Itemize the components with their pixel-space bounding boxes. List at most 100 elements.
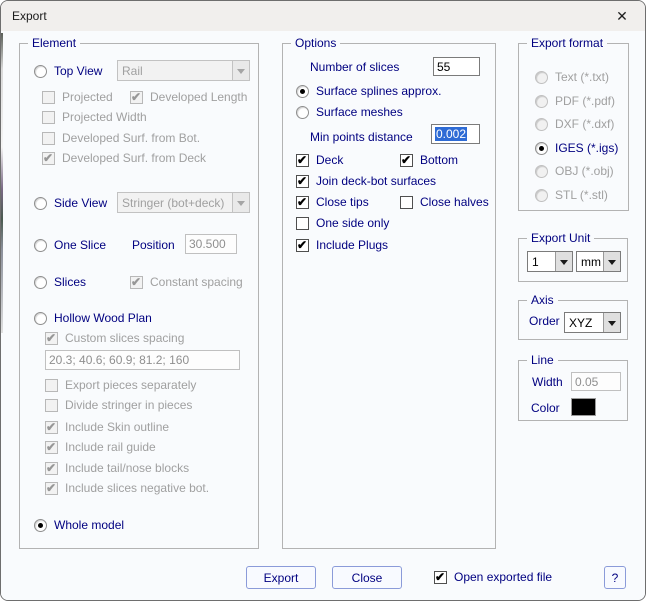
axis-order-label: Order xyxy=(529,314,560,328)
export-pieces-checkbox-row: Export pieces separately xyxy=(45,378,196,392)
projected-width-label: Projected Width xyxy=(62,110,147,124)
include-plugs-checkbox[interactable] xyxy=(296,239,309,252)
surface-meshes-radio-row: Surface meshes xyxy=(296,105,403,119)
hollow-wood-radio[interactable] xyxy=(34,312,47,325)
export-unit-group-title: Export Unit xyxy=(527,231,594,245)
number-of-slices-value: 55 xyxy=(437,60,450,74)
bottom-checkbox[interactable] xyxy=(400,154,413,167)
unit-scale-value: 1 xyxy=(528,255,555,269)
line-group-title: Line xyxy=(527,353,558,367)
top-view-radio[interactable] xyxy=(34,65,47,78)
position-value: 30.500 xyxy=(189,237,226,251)
side-view-dropdown: Stringer (bot+deck) xyxy=(117,192,250,213)
format-pdf-radio xyxy=(535,95,548,108)
export-pieces-label: Export pieces separately xyxy=(65,378,196,392)
close-halves-checkbox[interactable] xyxy=(400,196,413,209)
format-stl-label: STL (*.stl) xyxy=(555,188,608,202)
format-pdf-label: PDF (*.pdf) xyxy=(555,94,615,108)
unit-value: mm xyxy=(577,255,603,269)
hollow-wood-label: Hollow Wood Plan xyxy=(54,311,152,325)
line-width-input: 0.05 xyxy=(571,372,621,391)
format-obj-label: OBJ (*.obj) xyxy=(555,164,614,178)
line-color-swatch[interactable] xyxy=(571,398,596,416)
open-exported-checkbox-row: Open exported file xyxy=(434,570,552,584)
projected-checkbox-row: Projected xyxy=(42,90,113,104)
number-of-slices-input[interactable]: 55 xyxy=(433,57,480,76)
element-group: Element Top View Rail Projected Develope… xyxy=(19,43,259,549)
dialog-body: Element Top View Rail Projected Develope… xyxy=(1,31,645,600)
open-exported-label: Open exported file xyxy=(454,570,552,584)
format-txt-radio xyxy=(535,71,548,84)
whole-model-radio-row: Whole model xyxy=(34,518,124,532)
format-txt-label: Text (*.txt) xyxy=(555,70,609,84)
surface-splines-radio[interactable] xyxy=(296,85,309,98)
side-view-radio[interactable] xyxy=(34,197,47,210)
one-slice-label: One Slice xyxy=(54,238,106,252)
dropdown-arrow-icon[interactable] xyxy=(555,252,572,271)
help-button[interactable]: ? xyxy=(604,566,626,589)
surface-meshes-radio[interactable] xyxy=(296,106,309,119)
dev-surf-deck-checkbox xyxy=(42,152,55,165)
axis-group: Axis Order XYZ xyxy=(518,300,628,340)
custom-spacing-label: Custom slices spacing xyxy=(65,331,184,345)
divide-stringer-checkbox xyxy=(45,399,58,412)
export-button-label: Export xyxy=(264,571,299,585)
bottom-checkbox-row: Bottom xyxy=(400,153,458,167)
export-unit-group: Export Unit 1 mm xyxy=(518,238,628,282)
include-neg-label: Include slices negative bot. xyxy=(65,481,209,495)
top-view-dropdown-value: Rail xyxy=(118,64,232,78)
one-side-only-checkbox-row: One side only xyxy=(296,216,389,230)
whole-model-label: Whole model xyxy=(54,518,124,532)
include-skin-checkbox-row: Include Skin outline xyxy=(45,420,169,434)
side-view-dropdown-value: Stringer (bot+deck) xyxy=(118,196,232,210)
one-slice-radio[interactable] xyxy=(34,239,47,252)
developed-length-label: Developed Length xyxy=(150,90,247,104)
projected-label: Projected xyxy=(62,90,113,104)
include-rail-label: Include rail guide xyxy=(65,440,156,454)
axis-group-title: Axis xyxy=(527,293,558,307)
close-button-label: Close xyxy=(352,571,383,585)
format-iges-label: IGES (*.igs) xyxy=(555,141,618,155)
close-tips-checkbox[interactable] xyxy=(296,196,309,209)
slices-radio[interactable] xyxy=(34,276,47,289)
min-points-label: Min points distance xyxy=(310,130,413,144)
dev-surf-bot-label: Developed Surf. from Bot. xyxy=(62,131,200,145)
export-dialog: Export ✕ Element Top View Rail Projected… xyxy=(0,0,646,601)
open-exported-checkbox[interactable] xyxy=(434,571,447,584)
whole-model-radio[interactable] xyxy=(34,519,47,532)
dropdown-arrow-icon xyxy=(232,61,249,80)
one-side-only-checkbox[interactable] xyxy=(296,217,309,230)
projected-width-checkbox-row: Projected Width xyxy=(42,110,147,124)
close-halves-label: Close halves xyxy=(420,195,489,209)
min-points-input[interactable]: 0.002 xyxy=(431,124,480,144)
join-deck-bot-label: Join deck-bot surfaces xyxy=(316,174,436,188)
deck-label: Deck xyxy=(316,153,343,167)
unit-scale-dropdown[interactable]: 1 xyxy=(527,251,573,272)
surface-splines-radio-row: Surface splines approx. xyxy=(296,84,441,98)
format-dxf-radio xyxy=(535,118,548,131)
axis-order-dropdown[interactable]: XYZ xyxy=(564,312,621,333)
slices-spacing-value: 20.3; 40.6; 60.9; 81.2; 160 xyxy=(49,353,189,367)
top-view-dropdown: Rail xyxy=(117,60,250,81)
window-title: Export xyxy=(12,9,47,23)
developed-length-checkbox xyxy=(130,91,143,104)
close-button[interactable]: Close xyxy=(332,566,402,589)
help-button-label: ? xyxy=(612,571,619,585)
title-bar: Export ✕ xyxy=(1,1,645,31)
join-deck-bot-checkbox[interactable] xyxy=(296,175,309,188)
close-window-icon[interactable]: ✕ xyxy=(599,1,645,31)
format-stl-radio-row: STL (*.stl) xyxy=(535,188,608,202)
dropdown-arrow-icon[interactable] xyxy=(603,252,620,271)
format-iges-radio[interactable] xyxy=(535,142,548,155)
deck-checkbox[interactable] xyxy=(296,154,309,167)
export-button[interactable]: Export xyxy=(246,566,316,589)
constant-spacing-checkbox xyxy=(130,276,143,289)
unit-dropdown[interactable]: mm xyxy=(576,251,621,272)
developed-length-checkbox-row: Developed Length xyxy=(130,90,247,104)
dropdown-arrow-icon[interactable] xyxy=(603,313,620,332)
options-group-title: Options xyxy=(291,36,340,50)
include-rail-checkbox-row: Include rail guide xyxy=(45,440,156,454)
format-dxf-label: DXF (*.dxf) xyxy=(555,117,614,131)
include-plugs-label: Include Plugs xyxy=(316,238,388,252)
include-skin-checkbox xyxy=(45,421,58,434)
